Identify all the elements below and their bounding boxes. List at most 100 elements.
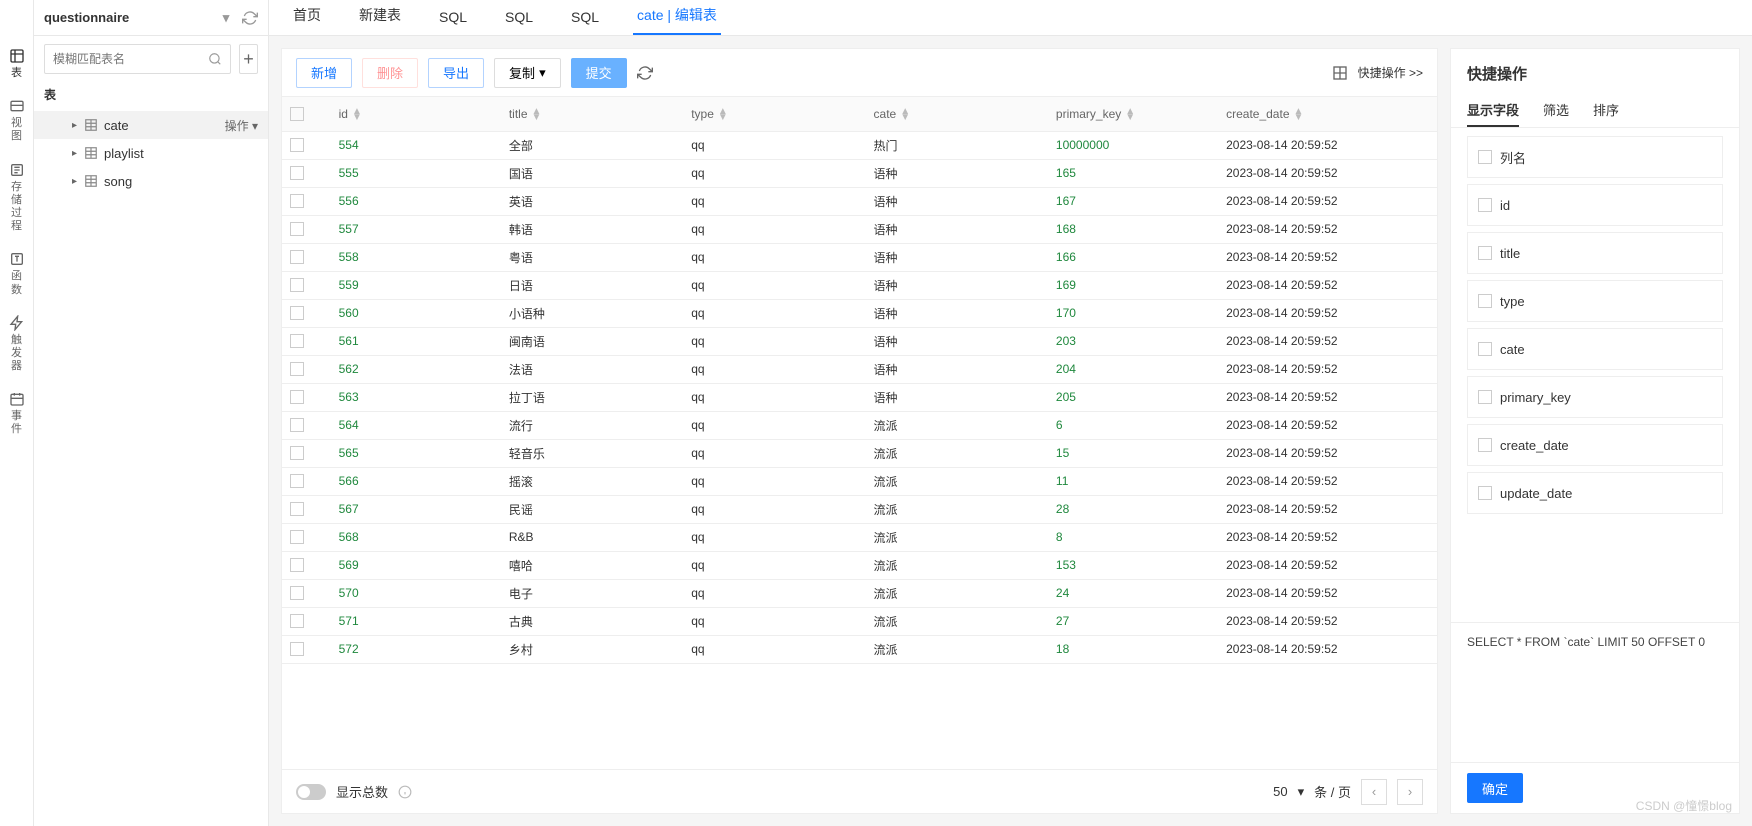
field-item[interactable]: title	[1467, 232, 1723, 274]
table-row[interactable]: 566摇滚qq流派112023-08-14 20:59:52	[282, 467, 1437, 495]
row-checkbox[interactable]	[290, 418, 304, 432]
cell-type[interactable]: qq	[683, 327, 865, 355]
field-item[interactable]: cate	[1467, 328, 1723, 370]
row-checkbox[interactable]	[290, 306, 304, 320]
cell-title[interactable]: 闽南语	[501, 327, 683, 355]
cell-title[interactable]: 乡村	[501, 635, 683, 663]
cell-type[interactable]: qq	[683, 439, 865, 467]
cell-title[interactable]: 流行	[501, 411, 683, 439]
cell-cate[interactable]: 语种	[866, 243, 1048, 271]
cell-type[interactable]: qq	[683, 579, 865, 607]
col-title[interactable]: title▲▼	[501, 97, 683, 131]
cell-primary-key[interactable]: 203	[1048, 327, 1218, 355]
cell-create-date[interactable]: 2023-08-14 20:59:52	[1218, 355, 1437, 383]
cell-cate[interactable]: 语种	[866, 159, 1048, 187]
row-checkbox[interactable]	[290, 502, 304, 516]
cell-title[interactable]: 摇滚	[501, 467, 683, 495]
cell-cate[interactable]: 流派	[866, 607, 1048, 635]
table-row[interactable]: 565轻音乐qq流派152023-08-14 20:59:52	[282, 439, 1437, 467]
field-item[interactable]: type	[1467, 280, 1723, 322]
select-all-fields-checkbox[interactable]	[1478, 150, 1492, 164]
cell-title[interactable]: 英语	[501, 187, 683, 215]
rail-trig[interactable]: 触发器	[9, 315, 25, 374]
page-size[interactable]: 50	[1273, 784, 1287, 799]
refresh-icon[interactable]	[242, 10, 258, 26]
cell-title[interactable]: 国语	[501, 159, 683, 187]
cell-type[interactable]: qq	[683, 187, 865, 215]
field-checkbox[interactable]	[1478, 342, 1492, 356]
cell-cate[interactable]: 流派	[866, 523, 1048, 551]
table-row[interactable]: 559日语qq语种1692023-08-14 20:59:52	[282, 271, 1437, 299]
cell-id[interactable]: 554	[331, 131, 501, 159]
row-checkbox[interactable]	[290, 278, 304, 292]
cell-id[interactable]: 556	[331, 187, 501, 215]
delete-button[interactable]: 删除	[362, 58, 418, 88]
cell-primary-key[interactable]: 169	[1048, 271, 1218, 299]
cell-type[interactable]: qq	[683, 243, 865, 271]
ok-button[interactable]: 确定	[1467, 773, 1523, 803]
cell-create-date[interactable]: 2023-08-14 20:59:52	[1218, 411, 1437, 439]
cell-type[interactable]: qq	[683, 551, 865, 579]
cell-type[interactable]: qq	[683, 159, 865, 187]
cell-type[interactable]: qq	[683, 635, 865, 663]
cell-id[interactable]: 561	[331, 327, 501, 355]
rail-func[interactable]: 函数	[9, 251, 25, 296]
table-row[interactable]: 564流行qq流派62023-08-14 20:59:52	[282, 411, 1437, 439]
row-checkbox[interactable]	[290, 530, 304, 544]
row-checkbox[interactable]	[290, 222, 304, 236]
cell-title[interactable]: 全部	[501, 131, 683, 159]
cell-type[interactable]: qq	[683, 299, 865, 327]
table-row[interactable]: 570电子qq流派242023-08-14 20:59:52	[282, 579, 1437, 607]
field-checkbox[interactable]	[1478, 486, 1492, 500]
cell-id[interactable]: 558	[331, 243, 501, 271]
cell-create-date[interactable]: 2023-08-14 20:59:52	[1218, 579, 1437, 607]
table-row[interactable]: 562法语qq语种2042023-08-14 20:59:52	[282, 355, 1437, 383]
row-checkbox[interactable]	[290, 558, 304, 572]
tab[interactable]: 新建表	[355, 5, 405, 35]
row-checkbox[interactable]	[290, 250, 304, 264]
col-id[interactable]: id▲▼	[331, 97, 501, 131]
row-checkbox[interactable]	[290, 614, 304, 628]
cell-title[interactable]: 小语种	[501, 299, 683, 327]
row-checkbox[interactable]	[290, 586, 304, 600]
table-row[interactable]: 555国语qq语种1652023-08-14 20:59:52	[282, 159, 1437, 187]
rail-proc[interactable]: 存储过程	[9, 162, 25, 234]
cell-create-date[interactable]: 2023-08-14 20:59:52	[1218, 523, 1437, 551]
field-item[interactable]: update_date	[1467, 472, 1723, 514]
row-checkbox[interactable]	[290, 446, 304, 460]
cell-type[interactable]: qq	[683, 271, 865, 299]
tab[interactable]: 首页	[289, 5, 325, 35]
row-actions[interactable]: 操作 ▾	[225, 117, 258, 134]
col-cate[interactable]: cate▲▼	[866, 97, 1048, 131]
table-row[interactable]: 568R&Bqq流派82023-08-14 20:59:52	[282, 523, 1437, 551]
cell-title[interactable]: 轻音乐	[501, 439, 683, 467]
cell-primary-key[interactable]: 18	[1048, 635, 1218, 663]
right-tab[interactable]: 筛选	[1543, 94, 1569, 127]
cell-cate[interactable]: 语种	[866, 187, 1048, 215]
cell-primary-key[interactable]: 165	[1048, 159, 1218, 187]
tab[interactable]: cate | 编辑表	[633, 5, 721, 35]
right-tab[interactable]: 排序	[1593, 94, 1619, 127]
cell-cate[interactable]: 语种	[866, 355, 1048, 383]
table-row[interactable]: 554全部qq热门100000002023-08-14 20:59:52	[282, 131, 1437, 159]
col-primary_key[interactable]: primary_key▲▼	[1048, 97, 1218, 131]
cell-create-date[interactable]: 2023-08-14 20:59:52	[1218, 383, 1437, 411]
cell-id[interactable]: 570	[331, 579, 501, 607]
cell-title[interactable]: 韩语	[501, 215, 683, 243]
cell-primary-key[interactable]: 6	[1048, 411, 1218, 439]
cell-type[interactable]: qq	[683, 131, 865, 159]
cell-title[interactable]: 拉丁语	[501, 383, 683, 411]
cell-primary-key[interactable]: 153	[1048, 551, 1218, 579]
field-checkbox[interactable]	[1478, 246, 1492, 260]
cell-create-date[interactable]: 2023-08-14 20:59:52	[1218, 299, 1437, 327]
col-create_date[interactable]: create_date▲▼	[1218, 97, 1437, 131]
field-item[interactable]: id	[1467, 184, 1723, 226]
cell-create-date[interactable]: 2023-08-14 20:59:52	[1218, 551, 1437, 579]
cell-primary-key[interactable]: 8	[1048, 523, 1218, 551]
cell-cate[interactable]: 语种	[866, 383, 1048, 411]
field-item[interactable]: create_date	[1467, 424, 1723, 466]
row-checkbox[interactable]	[290, 642, 304, 656]
cell-cate[interactable]: 流派	[866, 439, 1048, 467]
table-item-playlist[interactable]: ▸playlist	[34, 139, 268, 167]
row-checkbox[interactable]	[290, 194, 304, 208]
